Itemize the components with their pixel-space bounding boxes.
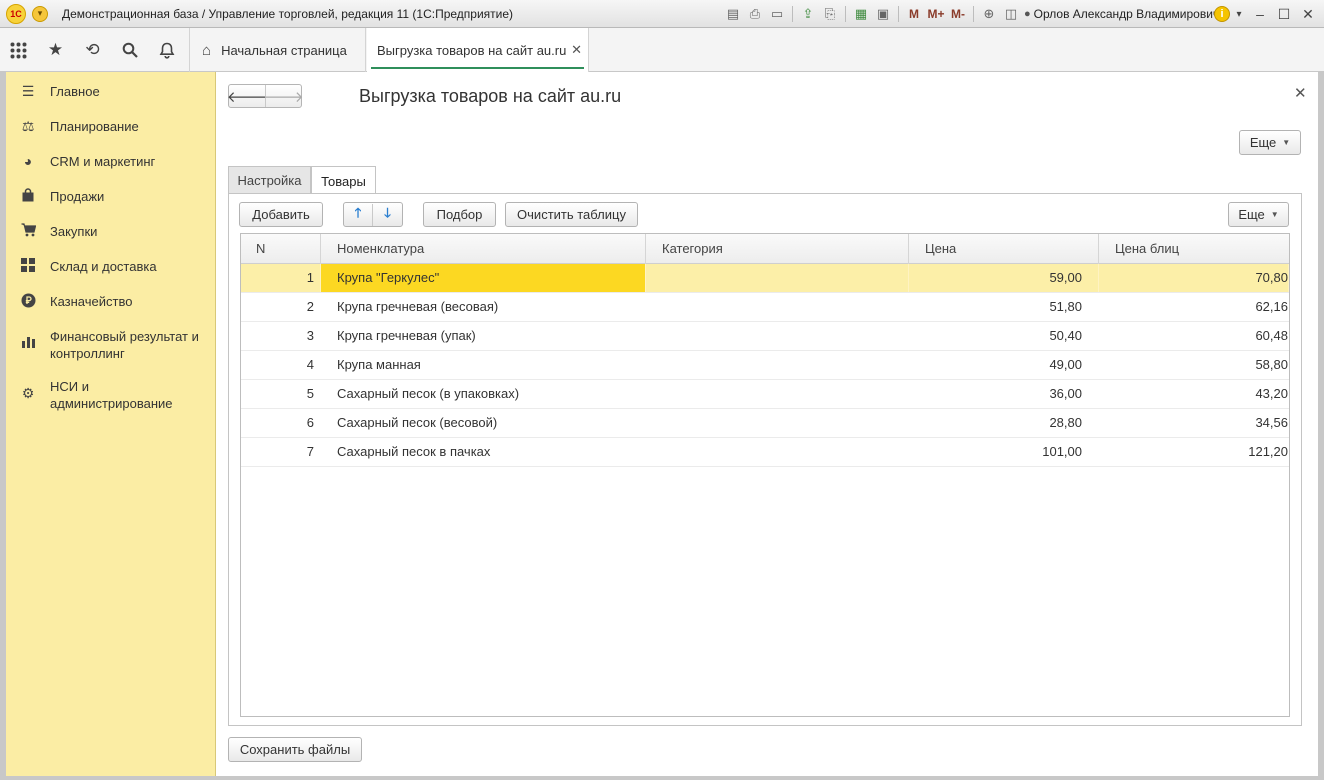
user-name: Орлов Александр Владимирович — [1033, 7, 1220, 21]
app-title: Демонстрационная база / Управление торго… — [62, 6, 514, 21]
apps-grid-icon[interactable] — [0, 28, 37, 72]
warehouse-grid-icon — [6, 258, 50, 276]
column-header-n[interactable]: N — [241, 234, 321, 264]
print-icon[interactable]: ⎙ — [744, 3, 766, 25]
forward-arrow-icon[interactable]: 🡒 — [263, 85, 304, 107]
dropdown-caret-icon: ▼ — [1270, 210, 1279, 219]
minimize-icon[interactable]: – — [1248, 6, 1272, 22]
home-icon: ⌂ — [202, 41, 212, 59]
main-menu-icon[interactable]: ▾ — [32, 5, 48, 22]
page-title: Выгрузка товаров на сайт au.ru — [359, 86, 622, 106]
tab-export-label: Выгрузка товаров на сайт au.ru — [377, 42, 567, 58]
table-more-button[interactable]: Еще ▼ — [1228, 202, 1289, 227]
calculator-icon[interactable]: ▦ — [850, 3, 872, 25]
maximize-icon[interactable]: ☐ — [1272, 6, 1296, 23]
focused-cell[interactable]: Крупа "Геркулес" — [321, 264, 646, 292]
table-row[interactable]: 7 Сахарный песок в пачках 101,00 121,20 — [241, 438, 1289, 467]
1c-logo-icon[interactable]: 1С — [6, 3, 26, 24]
sidebar-item-admin[interactable]: ⚙ НСИ и администрирование — [6, 378, 216, 412]
tab-export-au[interactable]: Выгрузка товаров на сайт au.ru ✕ — [367, 28, 589, 72]
open-tabs-bar: ★ ⟲ ⌂ Начальная страница Выгрузка товаро… — [0, 28, 1324, 72]
goods-table[interactable]: N Номенклатура Категория Цена Цена блиц … — [240, 233, 1290, 717]
table-row[interactable]: 5 Сахарный песок (в упаковках) 36,00 43,… — [241, 380, 1289, 409]
table-row[interactable]: 1 Крупа "Геркулес" 59,00 70,80 — [241, 264, 1289, 293]
sidebar-item-purchases[interactable]: Закупки — [6, 223, 216, 241]
close-window-icon[interactable]: ✕ — [1296, 6, 1320, 23]
bar-chart-icon — [6, 328, 50, 352]
notifications-bell-icon[interactable] — [148, 28, 185, 72]
preview-icon[interactable]: ▭ — [766, 3, 788, 25]
pick-button[interactable]: Подбор — [423, 202, 496, 227]
upload-icon[interactable]: ⇪ — [797, 3, 819, 25]
move-buttons: 🡑 🡓 — [343, 202, 403, 227]
save-icon[interactable]: ▤ — [722, 3, 744, 25]
info-dropdown-icon[interactable]: ▾ — [1230, 9, 1248, 20]
toolbar-shortcuts: ★ ⟲ — [0, 28, 190, 72]
search-icon[interactable] — [111, 28, 148, 72]
sidebar-item-finance[interactable]: Финансовый результат и контроллинг — [6, 328, 216, 362]
info-icon[interactable]: i — [1214, 6, 1230, 22]
window-titlebar: 1С ▾ Демонстрационная база / Управление … — [0, 0, 1324, 28]
active-tab-indicator — [371, 67, 584, 69]
table-row[interactable]: 4 Крупа манная 49,00 58,80 — [241, 351, 1289, 380]
move-down-icon[interactable]: 🡓 — [373, 204, 402, 226]
sidebar-item-sales[interactable]: Продажи — [6, 188, 216, 206]
ruble-coin-icon — [6, 293, 50, 312]
history-icon[interactable]: ⟲ — [74, 28, 111, 72]
link-icon[interactable]: ⎘ — [819, 3, 841, 25]
close-form-icon[interactable]: ✕ — [1294, 84, 1307, 102]
sections-sidebar: ☰ Главное ⚖ Планирование ◕ CRM и маркети… — [6, 72, 216, 776]
tab-goods[interactable]: Товары — [311, 166, 376, 195]
title-toolbar: ▤ ⎙ ▭ ⇪ ⎘ ▦ ▣ M M+ M- ⊕ ◫ — [722, 0, 1022, 28]
sidebar-item-warehouse[interactable]: Склад и доставка — [6, 258, 216, 276]
history-nav: 🡐 🡒 — [227, 84, 304, 108]
zoom-icon[interactable]: ⊕ — [978, 3, 1000, 25]
clear-table-button[interactable]: Очистить таблицу — [505, 202, 638, 227]
current-user[interactable]: ● Орлов Александр Владимирович — [1024, 0, 1219, 28]
back-arrow-icon[interactable]: 🡐 — [227, 85, 267, 107]
table-row[interactable]: 6 Сахарный песок (весовой) 28,80 34,56 — [241, 409, 1289, 438]
memory-m-button[interactable]: M — [903, 7, 925, 21]
table-row[interactable]: 3 Крупа гречневая (упак) 50,40 60,48 — [241, 322, 1289, 351]
save-files-button[interactable]: Сохранить файлы — [228, 737, 362, 762]
close-tab-icon[interactable]: ✕ — [571, 42, 582, 58]
planning-icon: ⚖ — [21, 118, 35, 134]
table-header: N Номенклатура Категория Цена Цена блиц — [241, 234, 1289, 264]
add-button[interactable]: Добавить — [239, 202, 323, 227]
shopping-bag-icon — [6, 188, 50, 206]
column-header-blitz-price[interactable]: Цена блиц — [1099, 234, 1289, 264]
goods-tab-panel: Добавить 🡑 🡓 Подбор Очистить таблицу Еще… — [228, 193, 1302, 726]
tab-home-label: Начальная страница — [221, 42, 347, 58]
sidebar-item-crm[interactable]: ◕ CRM и маркетинг — [6, 153, 216, 170]
window-controls: i ▾ – ☐ ✕ — [1214, 0, 1320, 28]
favorites-star-icon[interactable]: ★ — [37, 28, 74, 72]
sidebar-item-main[interactable]: ☰ Главное — [6, 83, 216, 100]
calendar-icon[interactable]: ▣ — [872, 3, 894, 25]
form-more-button[interactable]: Еще ▼ — [1239, 130, 1301, 155]
tab-settings[interactable]: Настройка — [228, 166, 311, 194]
tab-home-page[interactable]: ⌂ Начальная страница — [190, 28, 366, 72]
cart-icon — [6, 223, 50, 241]
gear-icon: ⚙ — [21, 385, 35, 401]
memory-minus-button[interactable]: M- — [947, 7, 969, 21]
column-header-category[interactable]: Категория — [646, 234, 909, 264]
memory-plus-button[interactable]: M+ — [925, 7, 947, 21]
menu-lines-icon: ☰ — [21, 83, 35, 99]
table-row[interactable]: 2 Крупа гречневая (весовая) 51,80 62,16 — [241, 293, 1289, 322]
dropdown-caret-icon: ▼ — [1282, 138, 1291, 147]
user-icon: ● — [1024, 8, 1031, 20]
column-header-nomenclature[interactable]: Номенклатура — [321, 234, 646, 264]
sidebar-item-treasury[interactable]: Казначейство — [6, 293, 216, 312]
move-up-icon[interactable]: 🡑 — [344, 203, 373, 226]
pie-chart-icon: ◕ — [23, 153, 33, 169]
column-header-price[interactable]: Цена — [909, 234, 1099, 264]
export-form: 🡐 🡒 Выгрузка товаров на сайт au.ru ✕ Еще… — [216, 72, 1318, 776]
panels-icon[interactable]: ◫ — [1000, 3, 1022, 25]
sidebar-item-planning[interactable]: ⚖ Планирование — [6, 118, 216, 135]
